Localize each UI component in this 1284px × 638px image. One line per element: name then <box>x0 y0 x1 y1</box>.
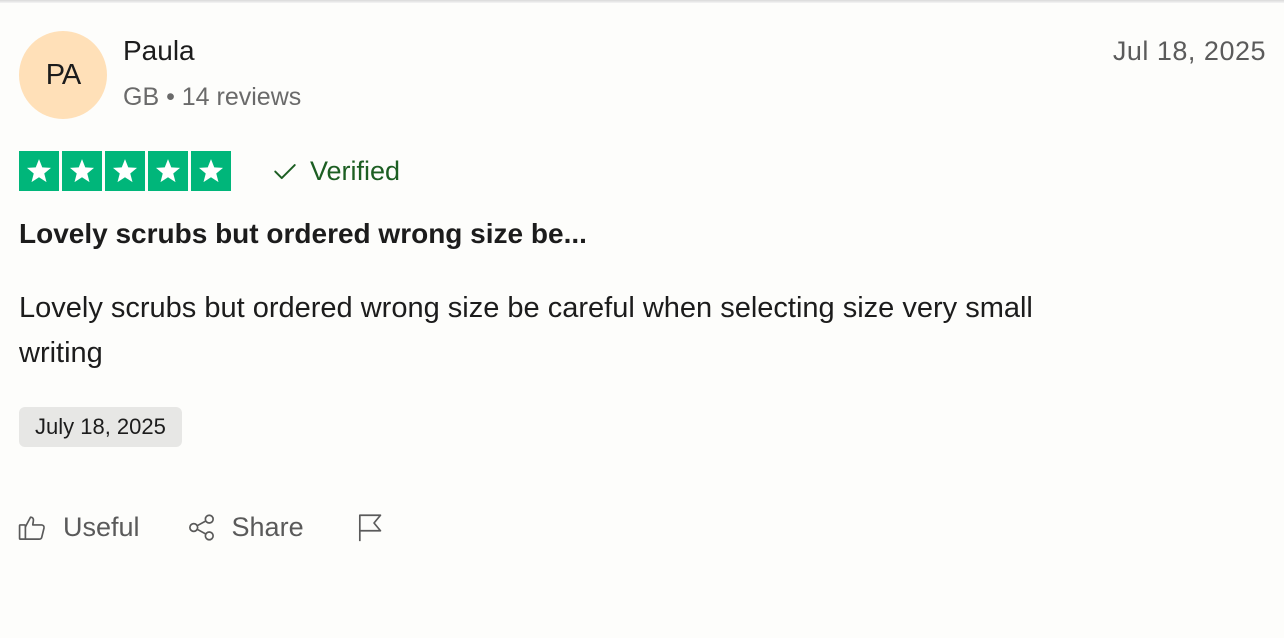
star-icon <box>148 151 188 191</box>
star-icon <box>191 151 231 191</box>
share-icon <box>186 512 217 543</box>
check-icon <box>272 158 298 184</box>
verified-badge[interactable]: Verified <box>272 153 400 189</box>
avatar-initials: PA <box>45 58 82 91</box>
review-body: Lovely scrubs but ordered wrong size be … <box>19 292 1033 369</box>
reviewer-meta: GB • 14 reviews <box>123 83 302 111</box>
share-label: Share <box>231 512 304 542</box>
star-icon <box>105 151 145 191</box>
review-card: PA Paula GB • 14 reviews Jul 18, 2025 Ve… <box>0 0 1284 638</box>
experience-date-badge: July 18, 2025 <box>19 407 182 447</box>
thumbs-up-icon <box>17 512 48 543</box>
star-icon <box>19 151 59 191</box>
share-button[interactable]: Share <box>186 505 304 549</box>
reviewer-name[interactable]: Paula <box>123 33 195 69</box>
flag-icon <box>354 512 385 543</box>
avatar[interactable]: PA <box>19 31 107 119</box>
star-rating <box>19 151 231 191</box>
useful-label: Useful <box>63 512 140 542</box>
experience-date: July 18, 2025 <box>35 414 166 439</box>
star-icon <box>62 151 102 191</box>
review-date: Jul 18, 2025 <box>1112 36 1266 66</box>
review-title[interactable]: Lovely scrubs but ordered wrong size be.… <box>19 216 587 252</box>
report-button[interactable] <box>354 512 385 543</box>
verified-label: Verified <box>310 156 401 186</box>
useful-button[interactable]: Useful <box>17 505 140 549</box>
review-actions: Useful Share <box>17 505 385 549</box>
